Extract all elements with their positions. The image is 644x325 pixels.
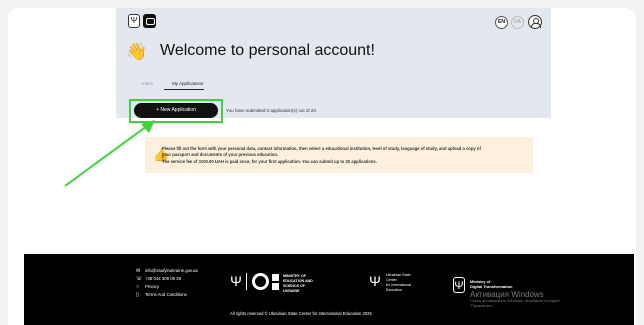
tab-my-applications[interactable]: My Applications (172, 81, 203, 86)
footer-logo-divider (246, 273, 247, 290)
ministry-logo-square-bottom (272, 283, 279, 290)
usc-emblem-icon[interactable]: Ψ (369, 273, 381, 289)
camera-logo-icon[interactable] (143, 14, 156, 28)
footer-email: info@studyinukraine.gov.ua (145, 268, 198, 273)
page-title: Welcome to personal account! (160, 42, 375, 59)
new-application-button[interactable]: + New Application (134, 103, 218, 118)
notice-text-line3: The service fee of 3100.00 UAH is paid o… (162, 159, 377, 164)
user-profile-icon[interactable] (528, 15, 542, 29)
language-en-button[interactable]: EN (495, 16, 508, 29)
phone-icon: ☏ (136, 276, 143, 282)
footer-terms-link[interactable]: ▯ Terms And Conditions (136, 292, 187, 298)
trident-emblem-icon: Ψ (230, 273, 242, 289)
mail-icon: ✉ (136, 268, 141, 274)
tab-inbox[interactable]: Inbox (142, 81, 153, 86)
active-tab-indicator (164, 89, 204, 90)
ministry-logo-square-top (272, 274, 279, 281)
footer-phone: +38 044 309 05 39 (145, 276, 181, 281)
ministry-education-logo-icon[interactable] (252, 273, 269, 290)
notice-text-line1: Please fill out the form with your perso… (162, 146, 481, 151)
usc-name: Ukrainian State Center for International… (386, 273, 411, 292)
trident-logo-icon[interactable]: Ψ (128, 14, 140, 28)
info-notice: 👍 Please fill out the form with your per… (145, 137, 533, 173)
notice-text-line2: your passport and documents of your prev… (162, 152, 279, 157)
document-icon: ▯ (136, 292, 139, 298)
language-ua-button[interactable]: UA (511, 16, 524, 29)
digital-ministry-name: Ministry of Digital Transformation (470, 279, 513, 289)
site-footer: ✉ info@studyinukraine.gov.ua ☏ +38 044 309… (24, 254, 634, 325)
footer-privacy-link[interactable]: ○ Privacy (136, 284, 159, 290)
footer-email-link[interactable]: ✉ info@studyinukraine.gov.ua (136, 268, 198, 274)
footer-terms: Terms And Conditions (145, 292, 187, 297)
watermark-line2: "Параметры". (470, 304, 494, 308)
windows-activation-watermark: Активация Windows Чтобы активировать Win… (470, 290, 560, 309)
footer-privacy: Privacy (145, 284, 160, 289)
waving-hand-icon: 👋 (126, 42, 148, 61)
footer-copyright: All rights reserved © Ukrainian State Ce… (230, 311, 372, 316)
privacy-icon: ○ (136, 284, 140, 290)
footer-phone-link[interactable]: ☏ +38 044 309 05 39 (136, 276, 181, 282)
digital-ministry-emblem-icon[interactable]: Ψ (453, 277, 465, 293)
watermark-title: Активация Windows (470, 290, 544, 299)
application-count-text: You have submitted 0 application(s) out … (226, 108, 318, 113)
ministry-education-name: MINISTRY OF EDUCATION AND SCIENCE OF UKR… (283, 274, 313, 293)
